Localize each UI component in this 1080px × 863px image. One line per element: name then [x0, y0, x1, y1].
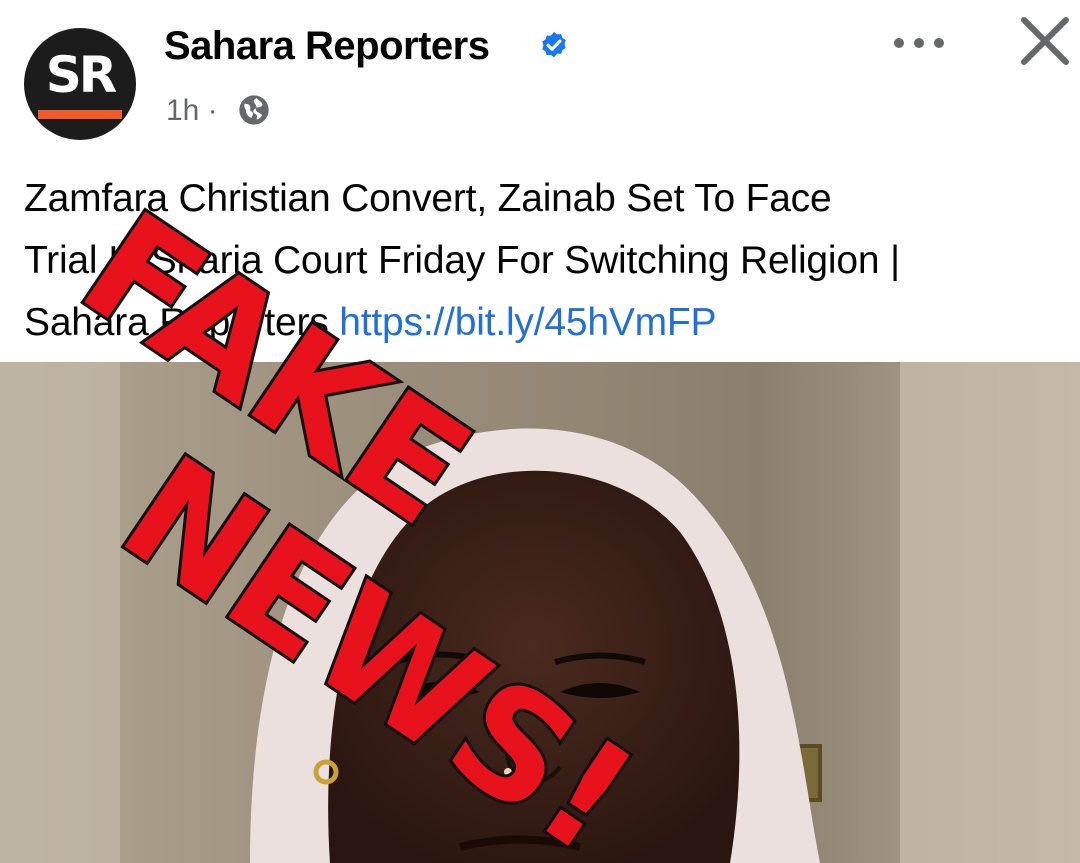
post-photo[interactable] [0, 362, 1080, 863]
avatar-logo-text: SR [45, 46, 118, 104]
avatar-logo-stripe [38, 110, 122, 119]
close-icon[interactable] [1018, 12, 1072, 68]
post-timestamp[interactable]: 1h [166, 94, 199, 127]
page-avatar[interactable]: SR [24, 28, 136, 140]
caption-line-1: Zamfara Christian Convert, Zainab Set To… [24, 177, 832, 220]
portrait-photo [0, 362, 1080, 863]
page-name-link[interactable]: Sahara Reporters [164, 24, 490, 69]
verified-badge-icon [542, 32, 566, 58]
post-header: SR Sahara Reporters 1h · [0, 0, 1080, 150]
post-meta: 1h · [166, 94, 218, 128]
caption-line-3: Sahara Reporters [24, 301, 340, 344]
post-caption: Zamfara Christian Convert, Zainab Set To… [24, 168, 1074, 354]
caption-line-2: Trial In Sharia Court Friday For Switchi… [24, 239, 900, 282]
meta-separator: · [207, 94, 218, 127]
post-link[interactable]: https://bit.ly/45hVmFP [339, 301, 716, 344]
globe-icon [239, 95, 269, 125]
more-options-icon[interactable] [888, 24, 952, 60]
